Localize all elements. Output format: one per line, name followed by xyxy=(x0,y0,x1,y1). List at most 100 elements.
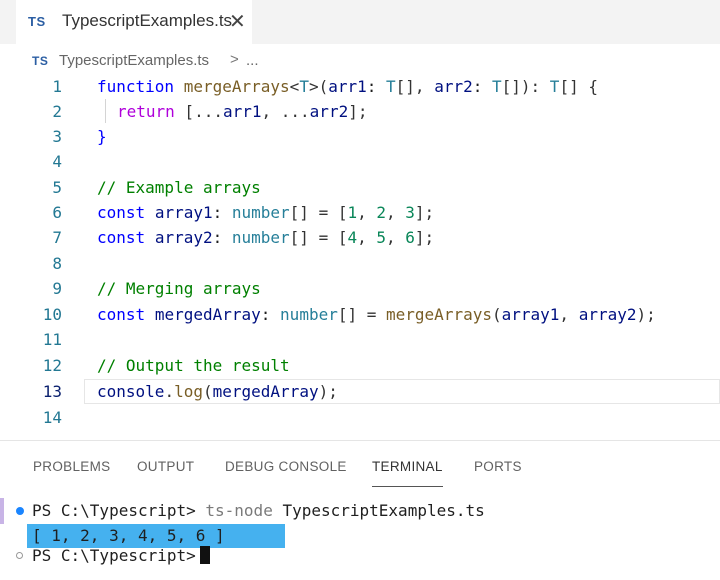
terminal-line: PS C:\Typescript> xyxy=(32,546,210,565)
code-line[interactable]: 2 return [...arr1, ...arr2]; xyxy=(0,99,720,124)
code-line[interactable]: 14 xyxy=(0,405,720,430)
tab-filename: TypescriptExamples.ts xyxy=(62,11,233,30)
code-line-active[interactable]: 13 console.log(mergedArray); xyxy=(0,379,720,404)
function-token: log xyxy=(174,382,203,401)
breadcrumb-more[interactable]: ... xyxy=(246,52,259,69)
line-number: 12 xyxy=(42,356,62,375)
breadcrumb-file[interactable]: TypescriptExamples.ts xyxy=(59,52,209,69)
typescript-file-icon: TS xyxy=(28,14,46,29)
line-number: 10 xyxy=(42,305,62,324)
token: < xyxy=(289,77,300,96)
terminal-line: PS C:\Typescript> ts-node TypescriptExam… xyxy=(32,501,485,520)
code-line[interactable]: 10 const mergedArray: number[] = mergeAr… xyxy=(0,302,720,327)
token: : xyxy=(212,203,232,222)
terminal[interactable]: PS C:\Typescript> ts-node TypescriptExam… xyxy=(0,441,720,580)
comment-token: // Example arrays xyxy=(97,178,261,197)
line-number: 3 xyxy=(52,127,62,146)
type-token: number xyxy=(231,203,290,222)
number-token: 3 xyxy=(405,203,415,222)
token: [] = xyxy=(337,305,387,324)
type-token: number xyxy=(231,228,290,247)
variable-token: array1 xyxy=(501,305,560,324)
circle-outline-icon[interactable] xyxy=(16,552,23,559)
terminal-command: ts-node xyxy=(205,501,273,520)
token: , ... xyxy=(261,102,310,121)
code-line[interactable]: 8 xyxy=(0,251,720,276)
code-line[interactable]: 6 const array1: number[] = [1, 2, 3]; xyxy=(0,200,720,225)
circle-filled-icon[interactable] xyxy=(16,507,24,515)
number-token: 2 xyxy=(376,203,387,222)
code-line[interactable]: 4 xyxy=(0,149,720,174)
code-line[interactable]: 3 } xyxy=(0,124,720,149)
token: , xyxy=(559,305,579,324)
token: . xyxy=(164,382,175,401)
window-edge-accent xyxy=(0,498,4,524)
variable-token: mergedArray xyxy=(154,305,261,324)
variable-token: arr1 xyxy=(222,102,262,121)
code-line[interactable]: 7 const array2: number[] = [4, 5, 6]; xyxy=(0,225,720,250)
keyword-token: const xyxy=(97,228,146,247)
code-line[interactable]: 12 // Output the result xyxy=(0,353,720,378)
type-token: T xyxy=(549,77,560,96)
code-text: const mergedArray: number[] = mergeArray… xyxy=(97,305,656,324)
line-number: 2 xyxy=(52,102,62,121)
terminal-prompt: PS C:\Typescript> xyxy=(32,546,196,565)
terminal-output: [ 1, 2, 3, 4, 5, 6 ] xyxy=(32,526,225,545)
token: : xyxy=(366,77,387,96)
variable-token: mergedArray xyxy=(212,382,319,401)
token: , xyxy=(386,228,406,247)
code-text: return [...arr1, ...arr2]; xyxy=(117,102,367,121)
editor-tab-typescriptexamples[interactable]: TS TypescriptExamples.ts ✕ xyxy=(16,0,252,45)
line-number: 9 xyxy=(52,279,62,298)
type-token: T xyxy=(386,77,396,96)
token: , xyxy=(357,203,377,222)
variable-token: arr1 xyxy=(328,77,367,96)
breadcrumb: TS TypescriptExamples.ts > ... xyxy=(16,51,716,74)
token: ( xyxy=(491,305,502,324)
line-number: 14 xyxy=(42,408,62,427)
code-line[interactable]: 9 // Merging arrays xyxy=(0,276,720,301)
control-keyword-token: return xyxy=(117,102,175,121)
token: : xyxy=(472,77,492,96)
token: , xyxy=(386,203,406,222)
code-line[interactable]: 1 function mergeArrays<T>(arr1: T[], arr… xyxy=(0,74,720,99)
function-token: mergeArrays xyxy=(183,77,290,96)
code-line[interactable]: 11 xyxy=(0,327,720,352)
token: >( xyxy=(308,77,329,96)
keyword-token: const xyxy=(97,305,146,324)
token: ]; xyxy=(414,228,435,247)
token: ( xyxy=(202,382,213,401)
line-number: 5 xyxy=(52,178,62,197)
chevron-right-icon: > xyxy=(230,51,239,68)
code-text: const array1: number[] = [1, 2, 3]; xyxy=(97,203,434,222)
number-token: 1 xyxy=(347,203,358,222)
comment-token: // Merging arrays xyxy=(97,279,261,298)
code-text: function mergeArrays<T>(arr1: T[], arr2:… xyxy=(97,77,598,96)
line-number: 8 xyxy=(52,254,62,273)
line-number: 4 xyxy=(52,152,62,171)
type-token: number xyxy=(280,305,338,324)
close-icon[interactable]: ✕ xyxy=(229,9,246,34)
token: ]; xyxy=(348,102,368,121)
code-line[interactable]: 5 // Example arrays xyxy=(0,175,720,200)
type-token: T xyxy=(299,77,309,96)
token: [] = [ xyxy=(289,203,348,222)
code-text: const array2: number[] = [4, 5, 6]; xyxy=(97,228,434,247)
line-number: 7 xyxy=(52,228,62,247)
terminal-cursor xyxy=(199,546,210,564)
code-editor[interactable]: 1 function mergeArrays<T>(arr1: T[], arr… xyxy=(0,74,720,440)
token: [] = [ xyxy=(289,228,348,247)
number-token: 5 xyxy=(376,228,387,247)
keyword-token: const xyxy=(97,203,146,222)
type-token: T xyxy=(491,77,502,96)
variable-token: console xyxy=(97,382,165,401)
variable-token: arr2 xyxy=(309,102,349,121)
token: ); xyxy=(318,382,338,401)
brace-token: } xyxy=(97,127,107,146)
variable-token: array2 xyxy=(154,228,213,247)
token: ); xyxy=(636,305,656,324)
